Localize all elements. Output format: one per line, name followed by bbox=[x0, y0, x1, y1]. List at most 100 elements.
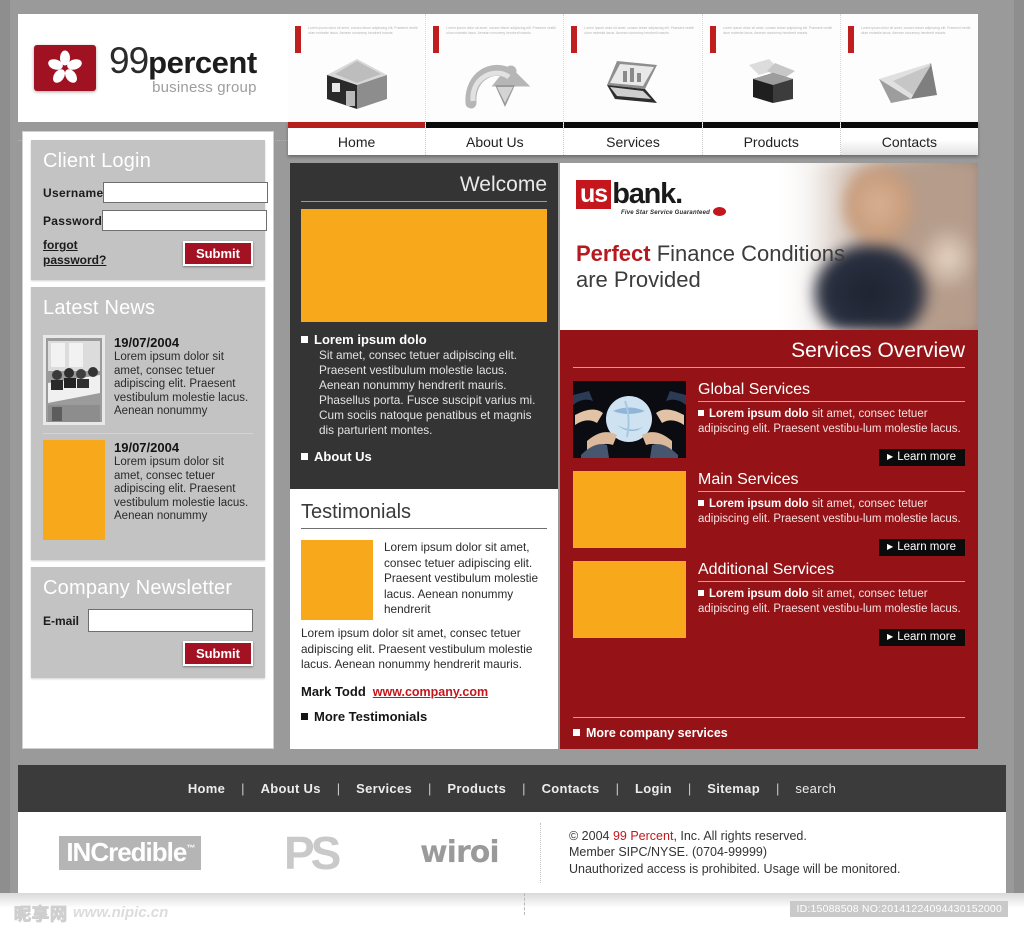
more-company-services-link[interactable]: More company services bbox=[573, 717, 965, 740]
footer-body: INCredible™ PS wiroi © 2004 99 Percent, … bbox=[18, 812, 1006, 893]
learn-more-label: Learn more bbox=[897, 541, 956, 553]
testimonial-author-link[interactable]: www.company.com bbox=[373, 685, 488, 699]
footer-link-search[interactable]: search bbox=[779, 781, 852, 796]
red-accent-bar bbox=[433, 26, 440, 53]
triangle-right-icon: ▶ bbox=[887, 632, 894, 641]
service-heading: Main Services bbox=[698, 471, 965, 492]
partner-logo-ps: PS bbox=[283, 826, 341, 879]
footer-link-about-us[interactable]: About Us bbox=[245, 781, 337, 796]
header-icon-cell-home[interactable]: Lorem ipsum dolor sit amet, consec tetue… bbox=[288, 14, 427, 122]
red-accent-bar bbox=[295, 26, 301, 53]
header-icon-cell-services[interactable]: Lorem ipsum dolor sit amet, consec tetue… bbox=[564, 14, 703, 122]
nav-indicator bbox=[426, 122, 564, 128]
welcome-section: Welcome Lorem ipsum dolo Sit amet, conse… bbox=[290, 163, 558, 489]
footer-link-sitemap[interactable]: Sitemap bbox=[691, 781, 776, 796]
usbank-logo-us: us bbox=[576, 180, 612, 209]
watermark-url: www.nipic.cn bbox=[73, 904, 169, 921]
square-bullet-icon bbox=[573, 729, 580, 736]
learn-more-label: Learn more bbox=[897, 451, 956, 463]
header-icon-cell-products[interactable]: Lorem ipsum dolor sit amet, consec tetue… bbox=[703, 14, 841, 122]
learn-more-button[interactable]: ▶ Learn more bbox=[879, 629, 965, 646]
banner-headline-line2: are Provided bbox=[576, 267, 701, 292]
newsletter-email-label: E-mail bbox=[43, 613, 80, 628]
square-bullet-icon bbox=[301, 336, 308, 343]
red-accent-bar bbox=[847, 26, 854, 53]
nav-tab-home[interactable]: Home bbox=[288, 122, 427, 155]
footer-link-services[interactable]: Services bbox=[340, 781, 428, 796]
watermark-branding: 昵享网 www.nipic.cn bbox=[14, 900, 169, 926]
newsletter-email-input[interactable] bbox=[88, 609, 253, 632]
client-login-title: Client Login bbox=[43, 150, 152, 172]
nav-tab-about-us[interactable]: About Us bbox=[426, 122, 565, 155]
username-input[interactable] bbox=[103, 182, 269, 203]
news-item[interactable]: 19/07/2004 Lorem ipsum dolor sit amet, c… bbox=[43, 329, 253, 434]
nav-tab-contacts[interactable]: Contacts bbox=[840, 122, 979, 155]
banner-headline-accent: Perfect bbox=[576, 241, 651, 266]
more-company-services-label: More company services bbox=[586, 726, 728, 740]
footer-link-home[interactable]: Home bbox=[172, 781, 241, 796]
services-overview-section: Services Overview Global Services Lorem … bbox=[560, 330, 978, 749]
usbank-promo-banner[interactable]: us bank. Five Star Service Guaranteed Per… bbox=[560, 163, 978, 330]
testimonial-author-row: Mark Todd www.company.com bbox=[301, 684, 547, 699]
service-item: Main Services Lorem ipsum dolo sit amet,… bbox=[573, 471, 965, 556]
copyright-line1: © 2004 99 Percent, Inc. All rights reser… bbox=[569, 828, 900, 845]
service-description: Lorem ipsum dolo sit amet, consec tetuer… bbox=[698, 587, 965, 616]
red-accent-bar bbox=[709, 26, 716, 53]
footer-navigation: Home | About Us | Services | Products | … bbox=[18, 765, 1006, 812]
service-image-globe-hands bbox=[573, 381, 686, 462]
testimonials-section: Testimonials Lorem ipsum dolor sit amet,… bbox=[290, 489, 558, 724]
service-content: Additional Services Lorem ipsum dolo sit… bbox=[698, 561, 965, 646]
forgot-password-link[interactable]: forgot password? bbox=[43, 238, 121, 268]
curved-arrow-3d-icon bbox=[426, 55, 563, 118]
more-testimonials-label: More Testimonials bbox=[314, 708, 428, 724]
news-thumbnail-placeholder bbox=[43, 440, 105, 540]
paper-plane-3d-icon bbox=[841, 55, 978, 118]
header-icon-strip: Lorem ipsum dolor sit amet, consec tetue… bbox=[288, 14, 978, 122]
nav-tab-products[interactable]: Products bbox=[702, 122, 841, 155]
left-sidebar: Client Login Username Password forgot pa… bbox=[22, 131, 274, 749]
watermark-chinese-text: 昵享网 bbox=[14, 905, 68, 926]
service-lead: Lorem ipsum dolo bbox=[709, 588, 809, 600]
footer-link-login[interactable]: Login bbox=[619, 781, 688, 796]
nav-active-indicator bbox=[288, 122, 426, 128]
newsletter-submit-button[interactable]: Submit bbox=[182, 641, 253, 666]
brand-tagline: business group bbox=[152, 78, 257, 96]
login-actions: forgot password? Submit bbox=[43, 238, 253, 268]
latest-news-panel: Latest News 19/07/2004 Lorem ipsum dolor… bbox=[31, 287, 265, 560]
learn-more-button[interactable]: ▶ Learn more bbox=[879, 539, 965, 556]
learn-more-button[interactable]: ▶ Learn more bbox=[879, 449, 965, 466]
icon-cell-microtext: Lorem ipsum dolor sit amet, consec tetue… bbox=[308, 26, 418, 35]
news-date: 19/07/2004 bbox=[114, 335, 180, 350]
partner-incredible-text: INCredible bbox=[66, 836, 187, 867]
nav-indicator bbox=[840, 122, 979, 128]
copyright-line2: Member SIPC/NYSE. (0704-99999) bbox=[569, 845, 768, 860]
service-description: Lorem ipsum dolo sit amet, consec tetuer… bbox=[698, 407, 965, 436]
nav-indicator bbox=[702, 122, 840, 128]
news-body: 19/07/2004 Lorem ipsum dolor sit amet, c… bbox=[114, 440, 253, 540]
welcome-title: Welcome bbox=[301, 173, 547, 202]
main-navigation: Home About Us Services Products Contacts bbox=[288, 122, 979, 155]
password-input[interactable] bbox=[102, 210, 268, 231]
news-item[interactable]: 19/07/2004 Lorem ipsum dolor sit amet, c… bbox=[43, 434, 253, 548]
footer-link-products[interactable]: Products bbox=[431, 781, 522, 796]
password-label: Password bbox=[43, 213, 103, 228]
brand-logo[interactable]: 99percent business group bbox=[18, 14, 288, 122]
welcome-about-us-link[interactable]: About Us bbox=[301, 449, 547, 464]
nav-indicator bbox=[564, 122, 702, 128]
news-thumbnail-photo bbox=[43, 335, 105, 425]
watermark-id-badge: ID:15088508 NO:20141224094430152000 bbox=[790, 901, 1008, 917]
nav-tab-services[interactable]: Services bbox=[564, 122, 703, 155]
testimonial-image-placeholder bbox=[301, 540, 373, 620]
username-label: Username bbox=[43, 185, 104, 200]
login-submit-button[interactable]: Submit bbox=[182, 240, 253, 266]
usbank-logo-tagline: Five Star Service Guaranteed bbox=[621, 207, 726, 216]
welcome-image-placeholder bbox=[301, 209, 547, 322]
header-icon-cell-contacts[interactable]: Lorem ipsum dolor sit amet, consec tetue… bbox=[841, 14, 978, 122]
header-band: 99percent business group Lorem ipsum dol… bbox=[18, 14, 978, 141]
right-column: us bank. Five Star Service Guaranteed Per… bbox=[560, 163, 978, 749]
copyright-suffix: , Inc. All rights reserved. bbox=[673, 828, 807, 843]
more-testimonials-link[interactable]: More Testimonials bbox=[301, 709, 547, 724]
red-accent-bar bbox=[571, 26, 578, 53]
header-icon-cell-about[interactable]: Lorem ipsum dolor sit amet, consec tetue… bbox=[426, 14, 565, 122]
footer-link-contacts[interactable]: Contacts bbox=[526, 781, 616, 796]
